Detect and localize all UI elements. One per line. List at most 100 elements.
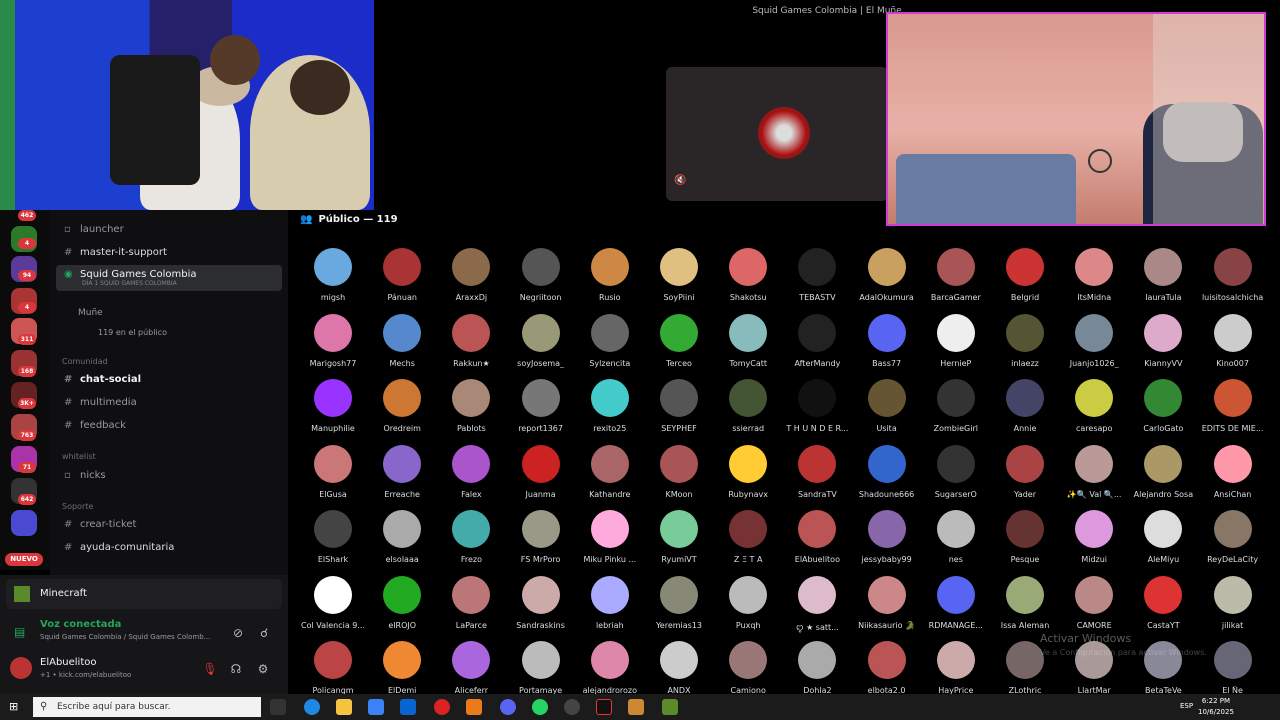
audience-member[interactable]: Juanjo1026_ <box>1061 313 1127 368</box>
audience-member[interactable]: ReyDeLaCity <box>1200 510 1266 564</box>
audience-member[interactable]: inlaezz <box>992 313 1058 368</box>
channel-chat-social[interactable]: # chat-social <box>56 370 282 390</box>
app-icon[interactable] <box>628 699 644 715</box>
audience-member[interactable]: Sylzencita <box>577 313 643 368</box>
audience-member[interactable]: T H U N D E R... <box>784 379 850 433</box>
audience-member[interactable]: HayPrice <box>923 641 989 695</box>
gear-icon[interactable]: ⚙ <box>253 659 273 679</box>
audience-member[interactable]: Dohla2 <box>784 641 850 695</box>
file-explorer-icon[interactable] <box>336 699 352 715</box>
audience-member[interactable]: AraxxDj <box>438 248 504 302</box>
audience-member[interactable]: Alejandro Sosa <box>1130 444 1196 499</box>
server-icon[interactable] <box>11 510 37 536</box>
audience-member[interactable]: Pesque <box>992 510 1058 564</box>
audience-member[interactable]: Pánuan <box>369 248 435 302</box>
taskbar-search[interactable]: ⚲ Escribe aquí para buscar. <box>33 697 261 717</box>
audience-member[interactable]: alejandrorozo <box>577 641 643 695</box>
disconnect-icon[interactable]: ☌ <box>254 623 274 643</box>
edge-icon[interactable] <box>304 699 320 715</box>
audience-member[interactable]: AleMiyu <box>1130 510 1196 564</box>
discord-icon[interactable] <box>500 699 516 715</box>
whatsapp-icon[interactable] <box>532 699 548 715</box>
windows-start-icon[interactable]: ⊞ <box>9 700 22 713</box>
audience-member[interactable]: Miku Pinku ... <box>577 510 643 564</box>
audience-member[interactable]: Shadoune666 <box>854 444 920 499</box>
audience-member[interactable]: LaParce <box>438 575 504 630</box>
audience-member[interactable]: Mechs <box>369 313 435 368</box>
audience-member[interactable]: elROJO <box>369 575 435 630</box>
audience-member[interactable]: CAMORE <box>1061 575 1127 630</box>
audience-member[interactable]: SandraTV <box>784 444 850 499</box>
audience-member[interactable]: TEBASTV <box>784 248 850 302</box>
audience-member[interactable]: Falex <box>438 444 504 499</box>
language-indicator[interactable]: ESP <box>1180 702 1193 710</box>
audience-member[interactable]: Annie <box>992 379 1058 433</box>
audience-member[interactable]: Rusio <box>577 248 643 302</box>
obs-icon[interactable] <box>564 699 580 715</box>
voice-channel-path[interactable]: Squid Games Colombia / Squid Games Colom… <box>40 633 210 641</box>
audience-member[interactable]: El Ñe <box>1200 641 1266 695</box>
audience-member[interactable]: caresapo <box>1061 379 1127 433</box>
stage-speaker[interactable]: Muñe <box>56 303 282 323</box>
audience-member[interactable]: Bass77 <box>854 313 920 368</box>
audience-member[interactable]: elsolaaa <box>369 510 435 564</box>
task-view-icon[interactable] <box>270 699 286 715</box>
category-soporte[interactable]: Soporte <box>62 502 93 511</box>
store-icon[interactable] <box>368 699 384 715</box>
audience-member[interactable]: Yeremias13 <box>646 575 712 630</box>
audience-member[interactable]: AfterMandy <box>784 313 850 368</box>
audience-member[interactable]: rexito25 <box>577 379 643 433</box>
audience-member[interactable]: AdalOkumura <box>854 248 920 302</box>
audience-member[interactable]: SoyPiini <box>646 248 712 302</box>
speaker-tile[interactable]: 🔇 <box>666 67 888 201</box>
audience-member[interactable]: Yader <box>992 444 1058 499</box>
current-user[interactable]: ElAbuelitoo +1 • kick.com/elabuelitoo 🎙 … <box>10 655 280 685</box>
audience-member[interactable]: jilikat <box>1200 575 1266 630</box>
channel-crear-ticket[interactable]: # crear-ticket <box>56 515 282 535</box>
audience-member[interactable]: SugarserO <box>923 444 989 499</box>
audience-member[interactable]: soyJosema_ <box>508 313 574 368</box>
channel-feedback[interactable]: # feedback <box>56 416 282 436</box>
audience-member[interactable]: FS MrPoro <box>508 510 574 564</box>
audience-member[interactable]: jessybaby99 <box>854 510 920 564</box>
category-whitelist[interactable]: whitelist <box>62 452 96 461</box>
audience-member[interactable]: ElShark <box>300 510 366 564</box>
tiktok-icon[interactable] <box>596 699 612 715</box>
audience-member[interactable]: ZombieGirl <box>923 379 989 433</box>
audience-member[interactable]: Midzui <box>1061 510 1127 564</box>
category-comunidad[interactable]: Comunidad <box>62 357 108 366</box>
channel-nicks[interactable]: ▫ nicks <box>56 466 282 486</box>
audience-member[interactable]: report1367 <box>508 379 574 433</box>
audience-member[interactable]: Policangm <box>300 641 366 695</box>
new-badge[interactable]: NUEVO <box>5 553 43 566</box>
audience-member[interactable]: Rubynavx <box>715 444 781 499</box>
audience-member[interactable]: lebriah <box>577 575 643 630</box>
audience-member[interactable]: Sandraskins <box>508 575 574 630</box>
audience-member[interactable]: Pablots <box>438 379 504 433</box>
audience-member[interactable]: CarloGato <box>1130 379 1196 433</box>
audience-member[interactable]: Kino007 <box>1200 313 1266 368</box>
headphones-icon[interactable]: ☊ <box>226 659 246 679</box>
audience-member[interactable]: nes <box>923 510 989 564</box>
audience-member[interactable]: ssierrad <box>715 379 781 433</box>
audience-member[interactable]: Aliceferr <box>438 641 504 695</box>
audience-member[interactable]: Z Ξ T A <box>715 510 781 564</box>
audience-member[interactable]: migsh <box>300 248 366 302</box>
audience-member[interactable]: Erreache <box>369 444 435 499</box>
audience-member[interactable]: ANDX <box>646 641 712 695</box>
audience-member[interactable]: ItsMidna <box>1061 248 1127 302</box>
audience-member[interactable]: Issa Aleman <box>992 575 1058 630</box>
channel-ayuda-comunitaria[interactable]: # ayuda-comunitaria <box>56 538 282 558</box>
active-stage-channel[interactable]: ◉ Squid Games Colombia DÍA 1 SQUID GAMES … <box>56 265 282 291</box>
audience-member[interactable]: CastaYT <box>1130 575 1196 630</box>
clock[interactable]: 6:22 PM 10/6/2025 <box>1198 696 1234 718</box>
minecraft-icon[interactable] <box>662 699 678 715</box>
audience-member[interactable]: BarcaGamer <box>923 248 989 302</box>
audience-member[interactable]: ElAbuelitoo <box>784 510 850 564</box>
opera-icon[interactable] <box>434 699 450 715</box>
voice-status[interactable]: Voz conectada <box>40 619 121 630</box>
audience-member[interactable]: Marigosh77 <box>300 313 366 368</box>
audience-member[interactable]: Juanma <box>508 444 574 499</box>
activity-card[interactable]: Minecraft <box>6 579 282 609</box>
audience-member[interactable]: Negriitoon <box>508 248 574 302</box>
